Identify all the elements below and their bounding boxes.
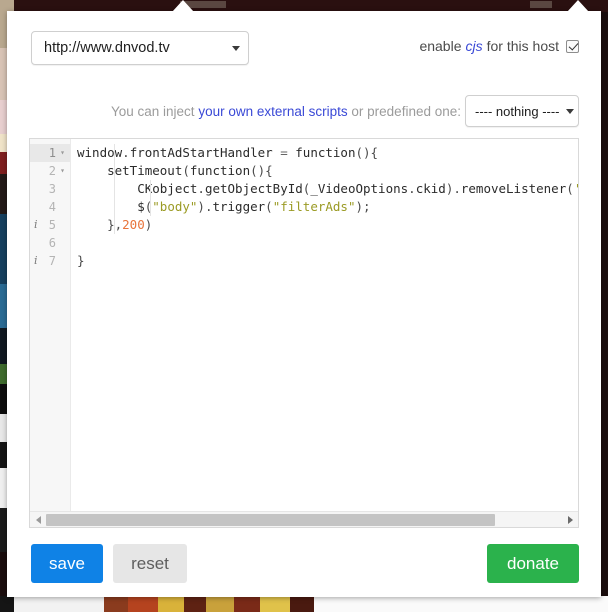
line-number: 3 (48, 182, 56, 196)
line-number: 1 (48, 146, 56, 160)
editor-gutter[interactable]: 1 ▾ 2 ▾ 3 4 i 5 6 i 7 (30, 139, 71, 511)
editor-horizontal-scrollbar[interactable] (30, 511, 578, 527)
code-token: removeListener (460, 181, 567, 196)
inject-prefix-label: You can inject (110, 104, 195, 119)
inject-scripts-description: You can inject your own external scripts… (111, 104, 461, 119)
scrollbar-thumb[interactable] (46, 513, 495, 526)
code-token: CKobject (77, 181, 198, 196)
gutter-line[interactable]: 2 ▾ (30, 162, 70, 180)
code-token: 200 (122, 217, 145, 232)
enable-suffix-label: for this host (486, 38, 559, 54)
enable-cjs-for-host[interactable]: enable cjs for this host (419, 38, 579, 54)
code-token: ). (197, 199, 213, 214)
scrollbar-track[interactable] (46, 511, 562, 527)
code-token: ( (182, 163, 190, 178)
code-token: "body" (152, 199, 198, 214)
code-token: "filterAds" (272, 199, 356, 214)
predefined-script-select[interactable]: ---- nothing ---- (465, 95, 579, 127)
predefined-script-value: ---- nothing ---- (475, 103, 560, 119)
save-button[interactable]: save (31, 544, 103, 583)
code-token: getObjectById (204, 181, 303, 196)
code-token: . (122, 145, 130, 160)
popup-pointer-tail (172, 0, 194, 12)
popup-footer: save reset donate (7, 544, 601, 594)
inject-scripts-row: You can inject your own external scripts… (7, 95, 601, 129)
backdrop-bottom-thumbnails (0, 596, 608, 612)
line-number: 7 (48, 254, 56, 268)
code-token: (){ (250, 163, 273, 178)
code-token: _VideoOptions (310, 181, 409, 196)
code-token: ( (265, 199, 273, 214)
enable-cjs-checkbox[interactable] (566, 39, 579, 53)
code-token: ckid (415, 181, 446, 196)
reset-button[interactable]: reset (113, 544, 187, 583)
gutter-line[interactable]: i5 (30, 216, 70, 234)
inject-suffix-label: or predefined one: (351, 104, 461, 119)
popup-pointer-tail-right (567, 0, 589, 12)
code-editor-body: 1 ▾ 2 ▾ 3 4 i 5 6 i 7 window.frontAdStartHandler =… (30, 139, 578, 511)
gutter-line[interactable]: 3 (30, 180, 70, 198)
code-token: function (189, 163, 251, 178)
code-editor[interactable]: 1 ▾ 2 ▾ 3 4 i 5 6 i 7 window.frontAdStartHandler =… (29, 138, 579, 528)
indent-guide (114, 144, 115, 234)
gutter-line[interactable]: 1 ▾ (30, 144, 70, 162)
host-settings-row: http://www.dnvod.tv enable cjs for this … (7, 31, 601, 71)
editor-code-area[interactable]: window.frontAdStartHandler = function(){… (71, 139, 578, 511)
line-number: 6 (48, 236, 56, 250)
code-token: 'frontAdSt (574, 181, 578, 196)
code-line: setTimeout(function(){ (71, 162, 578, 180)
code-token: }, (77, 217, 123, 232)
donate-button[interactable]: donate (487, 544, 579, 583)
code-token: . (408, 181, 416, 196)
code-token: ). (445, 181, 461, 196)
host-url-value: http://www.dnvod.tv (44, 40, 170, 56)
code-token: = (272, 145, 296, 160)
code-token: (){ (355, 145, 379, 160)
triangle-right-icon[interactable] (562, 512, 578, 528)
chevron-down-icon (232, 45, 240, 51)
code-token: setTimeout (77, 163, 183, 178)
line-number: 4 (48, 200, 56, 214)
triangle-left-icon[interactable] (30, 512, 46, 528)
code-token: } (77, 253, 85, 268)
enable-prefix-label: enable (419, 38, 462, 54)
line-number: 2 (48, 164, 56, 178)
external-scripts-link[interactable]: your own external scripts (198, 104, 347, 119)
line-annotation-icon: i (34, 218, 38, 231)
code-token: trigger (212, 199, 266, 214)
indent-guide (150, 180, 151, 216)
host-url-select[interactable]: http://www.dnvod.tv (31, 31, 249, 65)
line-annotation-icon: i (34, 254, 38, 267)
line-number: 5 (48, 218, 56, 232)
code-token: . (197, 181, 205, 196)
code-token: ); (355, 199, 371, 214)
cjs-extension-popup: http://www.dnvod.tv enable cjs for this … (7, 0, 601, 597)
fold-toggle-icon[interactable]: ▾ (58, 162, 67, 180)
code-token: ) (144, 217, 153, 232)
code-line: window.frontAdStartHandler = function(){ (71, 144, 578, 162)
code-line: },200) (71, 216, 578, 234)
code-token: frontAdStartHandler (129, 145, 273, 160)
code-token: $ (77, 199, 145, 214)
code-token: window (77, 145, 123, 160)
code-line: $("body").trigger("filterAds"); (71, 198, 578, 216)
fold-toggle-icon[interactable]: ▾ (58, 144, 67, 162)
gutter-line[interactable]: 4 (30, 198, 70, 216)
chevron-down-icon (565, 108, 574, 114)
gutter-line[interactable]: i7 (30, 252, 70, 270)
gutter-line[interactable]: 6 (30, 234, 70, 252)
code-token: ( (566, 181, 574, 196)
code-line: CKobject.getObjectById(_VideoOptions.cki… (71, 180, 578, 198)
cjs-keyword-label: cjs (465, 38, 483, 54)
backdrop-chip (530, 1, 552, 8)
code-token: function (295, 145, 356, 160)
code-line: } (71, 252, 578, 270)
